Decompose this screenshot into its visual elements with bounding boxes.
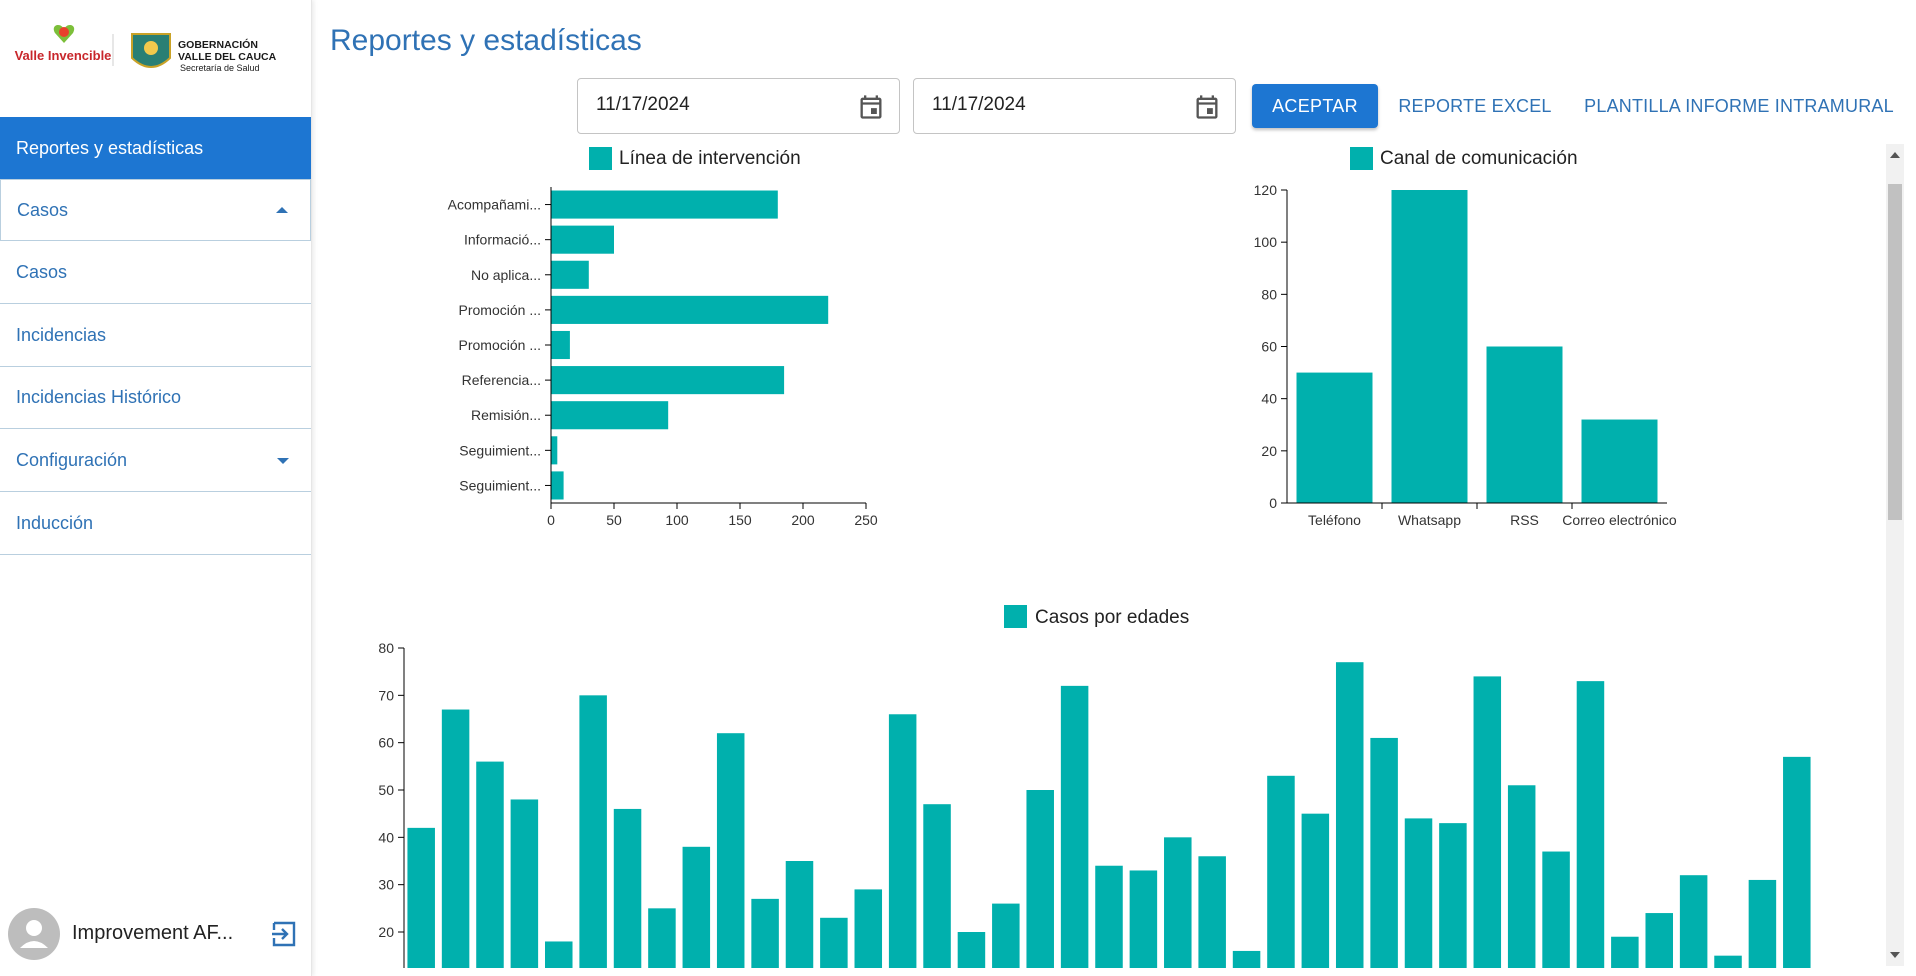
- tick-label: 70: [378, 687, 394, 703]
- tick-label: 30: [378, 877, 394, 893]
- bar: [1060, 685, 1089, 968]
- bar: [551, 471, 564, 500]
- tick-label: 60: [1261, 339, 1277, 355]
- scrollbar-thumb[interactable]: [1888, 184, 1902, 520]
- tick-label: 20: [1261, 443, 1277, 459]
- bar: [551, 330, 570, 360]
- tick-label: No aplica...: [471, 267, 541, 283]
- legend-swatch: [1004, 605, 1027, 628]
- tick-label: 200: [791, 512, 815, 528]
- legend-label: Casos por edades: [1035, 607, 1189, 628]
- bar: [510, 799, 539, 968]
- bar: [1267, 775, 1295, 968]
- bar: [1232, 950, 1261, 968]
- bar: [407, 827, 435, 968]
- ages-chart-group: [407, 662, 1811, 968]
- bar: [1611, 936, 1639, 968]
- bar: [551, 260, 589, 289]
- tick-label: Acompañami...: [448, 197, 541, 213]
- bar: [854, 889, 883, 968]
- tick-label: 40: [378, 829, 394, 845]
- bar: [1439, 823, 1467, 968]
- tick-label: Informació...: [464, 232, 541, 248]
- bar: [551, 436, 558, 465]
- tick-label: 250: [854, 512, 878, 528]
- bar: [551, 225, 614, 254]
- legend-swatch: [1350, 147, 1373, 170]
- bar: [1486, 346, 1563, 503]
- bar: [1542, 851, 1570, 968]
- tick-label: 100: [665, 512, 689, 528]
- bar: [1645, 913, 1673, 968]
- bar: [1391, 190, 1468, 503]
- bar: [1296, 372, 1373, 503]
- bar: [1581, 419, 1658, 503]
- tick-label: 40: [1261, 391, 1277, 407]
- tick-label: Seguimient...: [459, 477, 541, 493]
- bar: [682, 846, 711, 968]
- tick-label: 100: [1254, 234, 1278, 250]
- bar: [1095, 865, 1123, 968]
- bar: [1679, 875, 1708, 968]
- bar: [820, 917, 848, 968]
- scroll-up-arrow-icon[interactable]: [1890, 152, 1900, 158]
- charts-area: Línea de intervención Acompañami... Inform…: [378, 147, 1811, 968]
- tick-label: 150: [728, 512, 752, 528]
- bar: [1370, 737, 1398, 968]
- bar: [1164, 837, 1192, 968]
- tick-label: 80: [1261, 286, 1277, 302]
- tick-label: Referencia...: [462, 372, 541, 388]
- legend-label: Línea de intervención: [619, 148, 801, 169]
- bar: [551, 366, 785, 395]
- tick-label: 120: [1254, 182, 1278, 198]
- bar: [716, 733, 745, 968]
- tick-label: 50: [606, 512, 622, 528]
- bar: [888, 714, 917, 968]
- bar: [1026, 790, 1054, 968]
- vertical-scrollbar[interactable]: [1886, 144, 1904, 966]
- tick-label: Correo electrónico: [1562, 512, 1677, 528]
- bar: [1335, 662, 1364, 968]
- bar: [1714, 955, 1742, 968]
- bar: [1507, 785, 1536, 968]
- bar: [785, 861, 814, 968]
- bar: [551, 401, 669, 430]
- tick-label: Promoción ...: [459, 337, 541, 353]
- bar: [551, 190, 778, 219]
- tick-label: Promoción ...: [459, 302, 541, 318]
- tick-label: RSS: [1510, 512, 1539, 528]
- bar: [957, 932, 986, 968]
- bar: [441, 709, 470, 968]
- bar: [1129, 870, 1158, 968]
- bar: [648, 908, 676, 968]
- bar: [1576, 681, 1605, 968]
- legend-label: Canal de comunicación: [1380, 148, 1578, 169]
- tick-label: 80: [378, 640, 394, 656]
- tick-label: Seguimient...: [459, 442, 541, 458]
- bar: [545, 941, 573, 968]
- bar: [1783, 756, 1811, 968]
- legend-swatch: [589, 147, 612, 170]
- bar: [992, 903, 1020, 968]
- bar: [1301, 813, 1330, 968]
- bar: [1748, 879, 1777, 968]
- bar: [579, 695, 607, 968]
- tick-label: 20: [378, 924, 394, 940]
- bar: [551, 295, 829, 324]
- bar: [613, 808, 642, 968]
- tick-label: 60: [378, 735, 394, 751]
- bar: [1473, 676, 1502, 968]
- tick-label: Teléfono: [1308, 512, 1361, 528]
- bar: [751, 898, 779, 968]
- tick-label: 0: [547, 512, 555, 528]
- bar: [1198, 856, 1226, 968]
- tick-label: 50: [378, 782, 394, 798]
- bar: [476, 761, 504, 968]
- bar: [1404, 818, 1433, 968]
- tick-label: Remisión...: [471, 407, 541, 423]
- tick-label: Whatsapp: [1398, 512, 1461, 528]
- tick-label: 0: [1269, 495, 1277, 511]
- scroll-down-arrow-icon[interactable]: [1890, 952, 1900, 958]
- bar: [923, 804, 951, 968]
